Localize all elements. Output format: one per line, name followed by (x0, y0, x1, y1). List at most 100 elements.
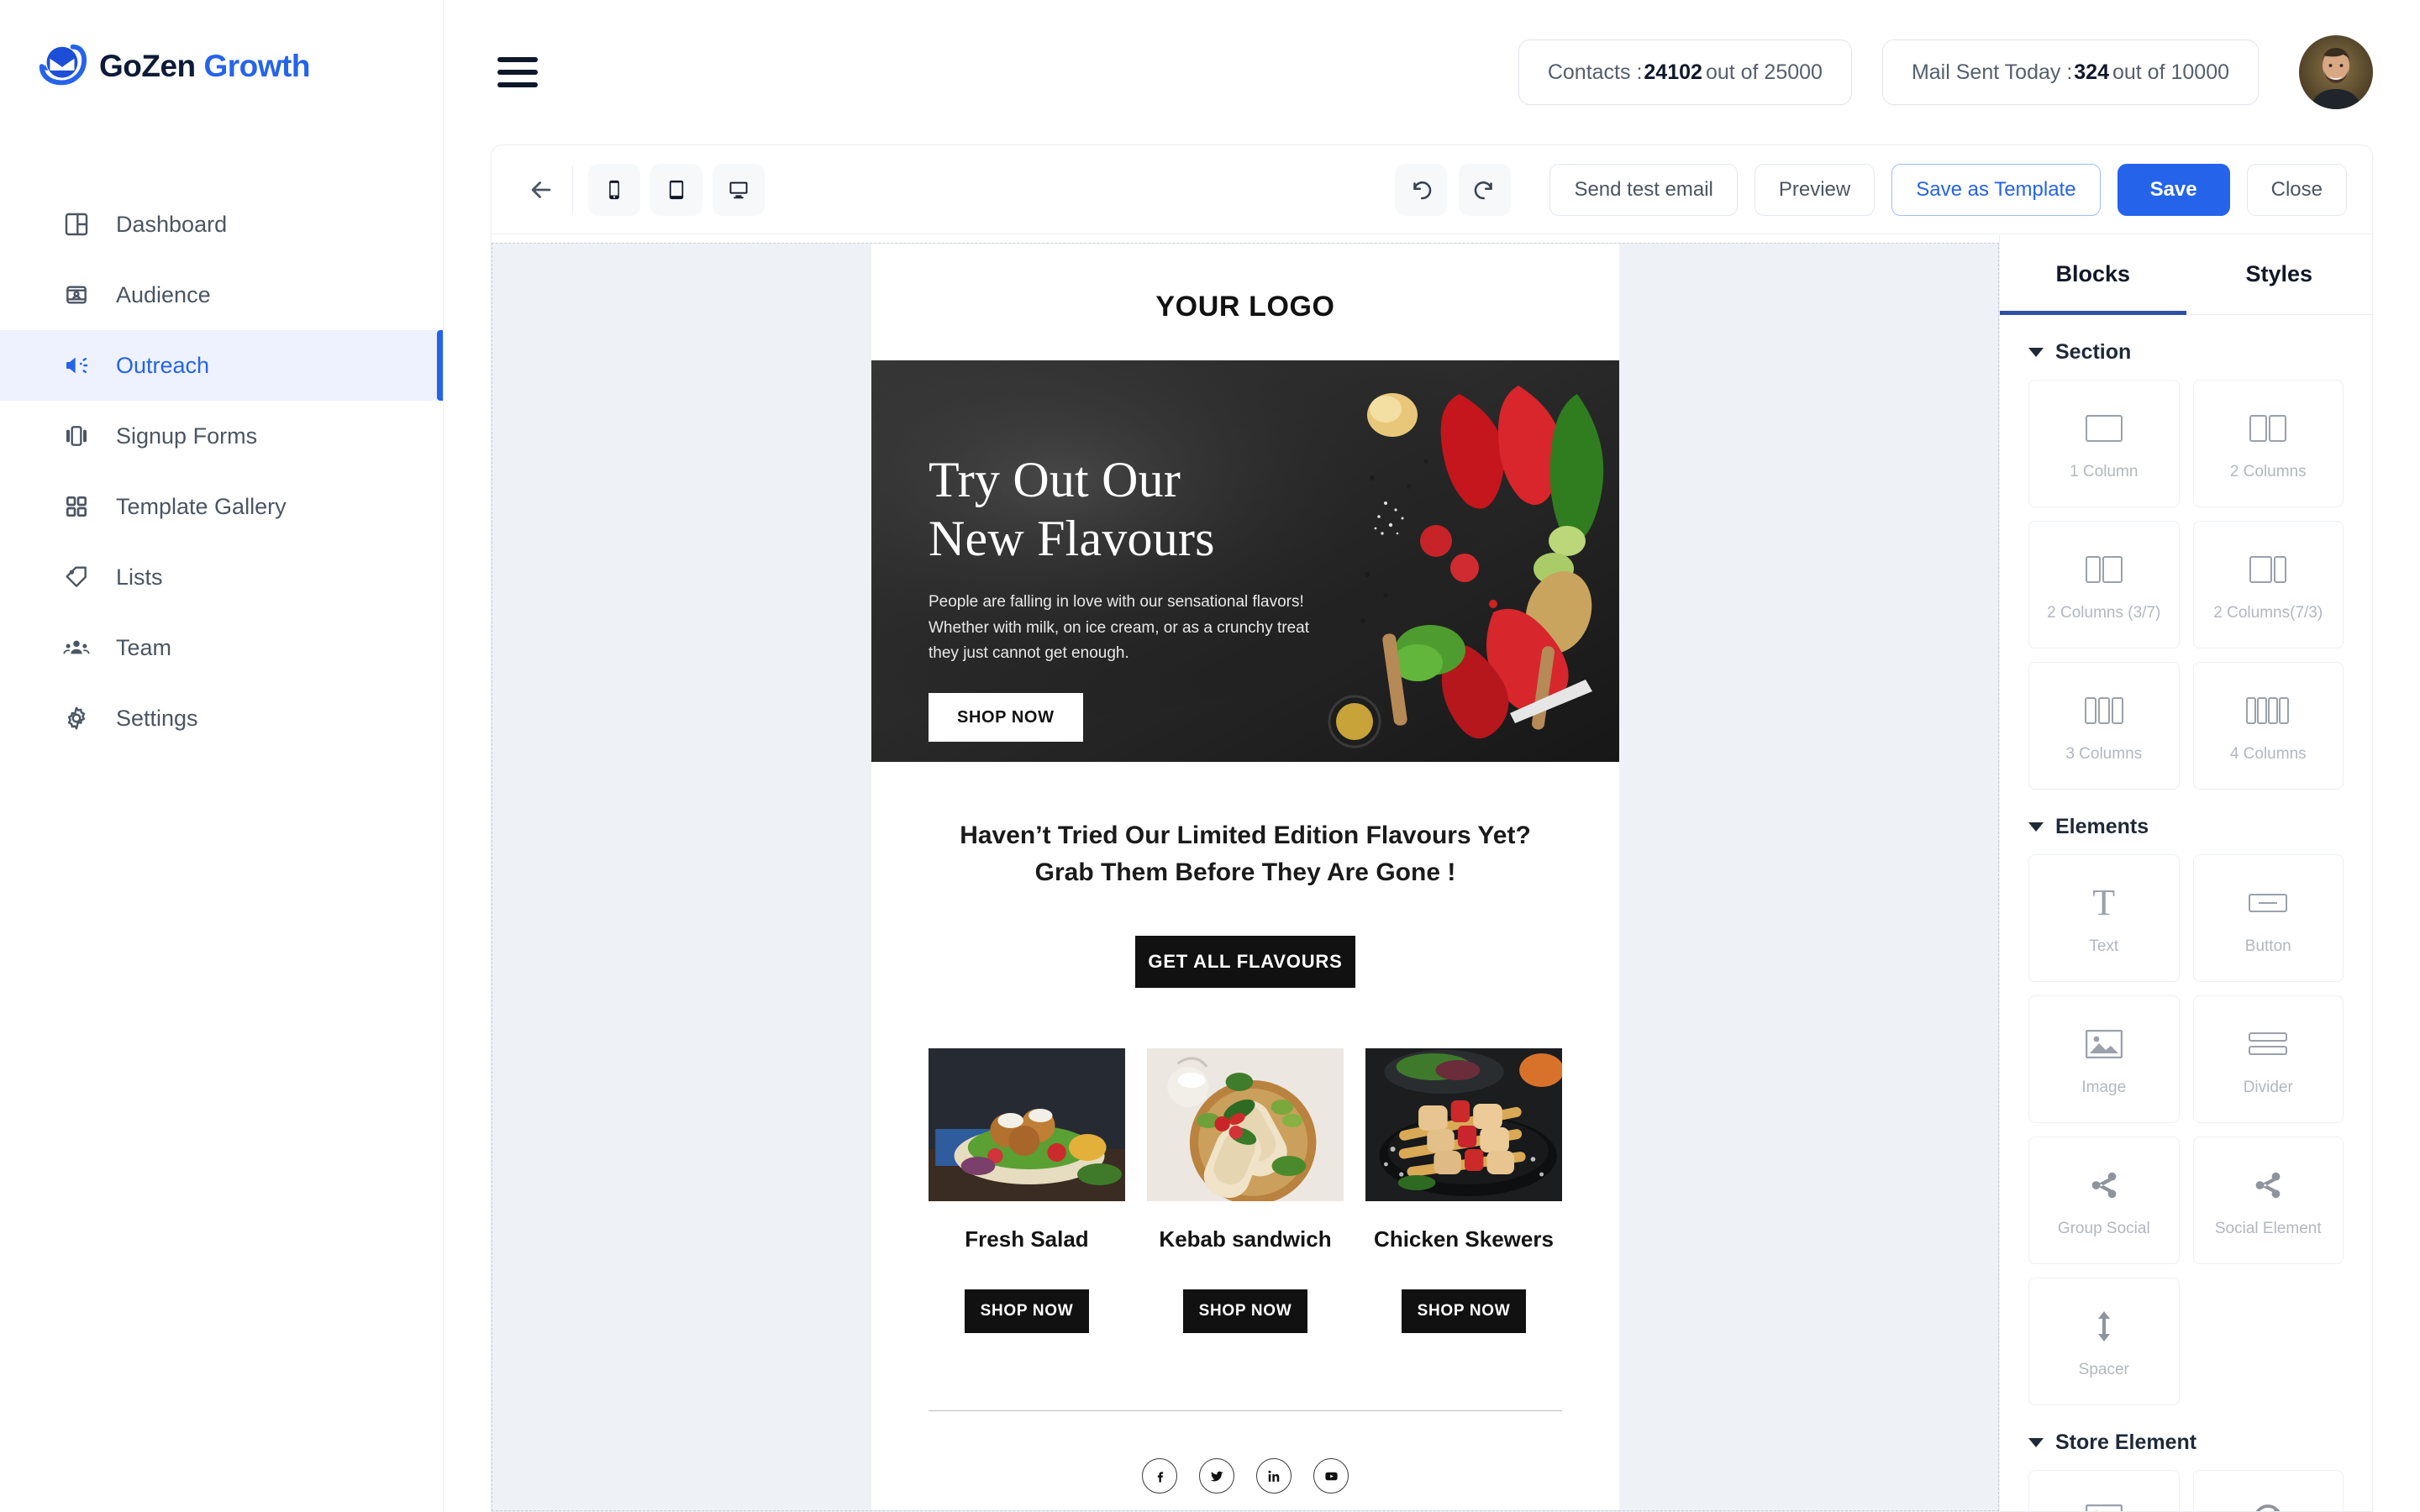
mobile-icon[interactable] (588, 163, 640, 216)
product-image (929, 1048, 1125, 1201)
element-label: Button (2244, 937, 2291, 955)
product-shop-now-button[interactable]: SHOP NOW (1402, 1289, 1526, 1333)
tab-blocks[interactable]: Blocks (2000, 234, 2186, 315)
product-card[interactable]: Chicken Skewers SHOP NOW (1365, 1048, 1562, 1333)
megaphone-icon (62, 351, 91, 380)
mail-sent-stat: Mail Sent Today : 324 out of 10000 (1881, 39, 2259, 105)
app-root: GoZen Growth Dashboard Audience Outreach… (0, 0, 2420, 1512)
block-label: 1 Column (2070, 463, 2139, 480)
block-3-columns[interactable]: 3 Columns (2028, 662, 2180, 790)
two-columns-7-3-icon (2249, 547, 2287, 592)
element-button[interactable]: Button (2192, 854, 2344, 982)
block-1-column[interactable]: 1 Column (2028, 380, 2180, 507)
get-all-flavours-button[interactable]: GET ALL FLAVOURS (1135, 936, 1355, 988)
redo-icon[interactable] (1459, 163, 1512, 216)
block-label: 4 Columns (2229, 745, 2307, 763)
text-icon: T (2092, 882, 2116, 923)
product-name: Chicken Skewers (1374, 1226, 1554, 1252)
hamburger-bar (497, 57, 538, 62)
tablet-icon[interactable] (650, 163, 702, 216)
sidebar-item-outreach[interactable]: Outreach (0, 330, 443, 401)
brand-logo[interactable]: GoZen Growth (0, 0, 443, 92)
sidebar: GoZen Growth Dashboard Audience Outreach… (0, 0, 444, 1512)
grid-filler (2193, 1278, 2344, 1405)
product-name: Fresh Salad (965, 1226, 1089, 1252)
elements-grid: T Text Button Image Divider Group Social… (2000, 854, 2372, 1405)
sidebar-item-team[interactable]: Team (0, 612, 443, 683)
block-2-columns-3-7[interactable]: 2 Columns (3/7) (2028, 521, 2180, 648)
store-element-logo[interactable]: Logo (2028, 1470, 2180, 1511)
sidebar-item-label: Outreach (116, 352, 210, 378)
undo-icon[interactable] (1395, 163, 1448, 216)
divider-icon (2249, 1021, 2288, 1067)
contacts-value: 24102 (1644, 60, 1702, 84)
hero-shop-now-button[interactable]: SHOP NOW (929, 693, 1083, 743)
close-button[interactable]: Close (2246, 163, 2347, 216)
save-button[interactable]: Save (2117, 163, 2230, 216)
element-social-element[interactable]: Social Element (2192, 1137, 2344, 1264)
arrow-left-icon[interactable] (517, 165, 566, 214)
image-icon (2085, 1021, 2123, 1067)
sidebar-item-signup-forms[interactable]: Signup Forms (0, 401, 443, 471)
section-header-section[interactable]: Section (2000, 315, 2372, 380)
element-label: Group Social (2057, 1220, 2150, 1237)
promo-block[interactable]: Haven’t Tried Our Limited Edition Flavou… (871, 762, 1619, 988)
product-card[interactable]: Fresh Salad SHOP NOW (929, 1048, 1125, 1333)
section-header-store-element[interactable]: Store Element (2000, 1405, 2372, 1470)
signup-forms-icon (62, 422, 91, 450)
brand-name-part2: Growth (203, 49, 310, 83)
sidebar-item-settings[interactable]: Settings (0, 683, 443, 753)
element-label: Social Element (2214, 1220, 2322, 1237)
email-logo-text[interactable]: YOUR LOGO (871, 244, 1619, 360)
hamburger-bar (497, 70, 538, 75)
element-text[interactable]: T Text (2028, 854, 2180, 982)
element-image[interactable]: Image (2028, 995, 2180, 1123)
sidebar-item-label: Team (116, 634, 172, 660)
avatar[interactable] (2299, 35, 2373, 109)
element-group-social[interactable]: Group Social (2028, 1137, 2180, 1264)
tab-styles[interactable]: Styles (2186, 234, 2373, 314)
block-4-columns[interactable]: 4 Columns (2192, 662, 2344, 790)
save-as-template-button[interactable]: Save as Template (1891, 163, 2101, 216)
sidebar-item-dashboard[interactable]: Dashboard (0, 189, 443, 260)
sidebar-item-audience[interactable]: Audience (0, 260, 443, 330)
sidebar-item-lists[interactable]: Lists (0, 542, 443, 612)
four-columns-icon (2246, 688, 2290, 733)
email-footer: Stay up to date with our latest news & f… (871, 1333, 1619, 1510)
linkedin-icon[interactable] (1256, 1458, 1292, 1494)
mail-sent-label: Mail Sent Today : (1911, 60, 2073, 84)
section-header-elements[interactable]: Elements (2000, 790, 2372, 854)
preview-button[interactable]: Preview (1754, 163, 1876, 216)
product-shop-now-button[interactable]: SHOP NOW (1183, 1289, 1307, 1333)
element-spacer[interactable]: Spacer (2028, 1278, 2180, 1405)
social-icons-row (929, 1458, 1562, 1494)
contacts-suffix: out of 25000 (1705, 60, 1823, 84)
youtube-icon[interactable] (1313, 1458, 1349, 1494)
element-divider[interactable]: Divider (2192, 995, 2344, 1123)
section-title: Section (2055, 340, 2132, 364)
button-icon (2249, 880, 2288, 926)
block-2-columns-7-3[interactable]: 2 Columns(7/3) (2192, 521, 2344, 648)
product-card[interactable]: Kebab sandwich SHOP NOW (1147, 1048, 1344, 1333)
one-column-icon (2085, 406, 2123, 451)
product-shop-now-button[interactable]: SHOP NOW (965, 1289, 1089, 1333)
block-2-columns[interactable]: 2 Columns (2192, 380, 2344, 507)
block-label: 3 Columns (2065, 745, 2143, 763)
send-test-email-button[interactable]: Send test email (1549, 163, 1738, 216)
facebook-icon[interactable] (1142, 1458, 1177, 1494)
hamburger-icon[interactable] (497, 55, 538, 89)
hamburger-bar (497, 82, 538, 87)
block-label: 2 Columns(7/3) (2213, 604, 2323, 622)
hero-block[interactable]: Try Out Our New Flavours People are fall… (871, 360, 1619, 762)
sidebar-item-label: Audience (116, 281, 211, 307)
history-controls (1395, 163, 1512, 216)
sidebar-item-template-gallery[interactable]: Template Gallery (0, 471, 443, 542)
store-element-unsubscribe[interactable]: Unsubscribe (2192, 1470, 2344, 1511)
promo-headline: Haven’t Tried Our Limited Edition Flavou… (960, 822, 1531, 886)
desktop-icon[interactable] (713, 163, 765, 216)
product-image (1147, 1048, 1344, 1201)
email-canvas[interactable]: YOUR LOGO Try Out Our New Flavours Peopl… (492, 243, 1999, 1511)
canvas-wrapper: YOUR LOGO Try Out Our New Flavours Peopl… (492, 234, 1999, 1511)
twitter-icon[interactable] (1199, 1458, 1234, 1494)
